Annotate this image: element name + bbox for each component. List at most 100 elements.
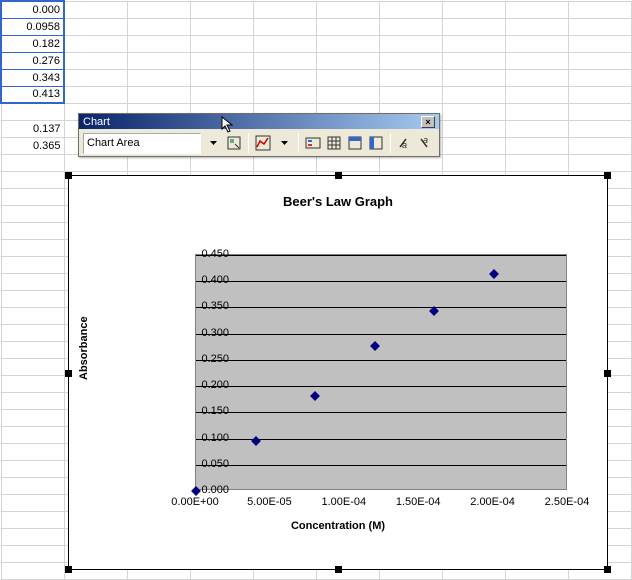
cell[interactable] <box>190 52 253 69</box>
cell[interactable] <box>1 307 64 324</box>
cell[interactable] <box>505 86 568 103</box>
cell[interactable] <box>253 35 316 52</box>
cell[interactable] <box>379 35 442 52</box>
cell[interactable] <box>568 137 631 154</box>
cell[interactable]: 0.0958 <box>1 18 64 35</box>
data-point[interactable] <box>370 341 380 351</box>
cell[interactable] <box>127 35 190 52</box>
cell[interactable] <box>64 86 127 103</box>
cell[interactable] <box>442 86 505 103</box>
x-axis-label[interactable]: Concentration (M) <box>69 520 607 532</box>
cell[interactable] <box>64 18 127 35</box>
chart-container[interactable]: Beer's Law Graph Absorbance Concentratio… <box>68 175 608 570</box>
cell[interactable] <box>127 86 190 103</box>
cell[interactable] <box>442 69 505 86</box>
cell[interactable] <box>127 52 190 69</box>
cell[interactable] <box>190 18 253 35</box>
cell[interactable] <box>253 52 316 69</box>
dropdown-icon[interactable] <box>204 132 222 154</box>
cell[interactable] <box>505 103 568 120</box>
toolbar-titlebar[interactable]: Chart × <box>79 114 439 129</box>
cell[interactable] <box>1 545 64 562</box>
cell[interactable] <box>127 1 190 18</box>
cell[interactable] <box>1 460 64 477</box>
cell[interactable] <box>1 392 64 409</box>
cell[interactable] <box>316 1 379 18</box>
cell[interactable] <box>190 1 253 18</box>
cell[interactable] <box>568 154 631 171</box>
cell[interactable] <box>1 256 64 273</box>
cell[interactable] <box>1 562 64 579</box>
cell[interactable] <box>127 69 190 86</box>
cell[interactable] <box>1 103 64 120</box>
cell[interactable] <box>505 35 568 52</box>
cell[interactable] <box>442 120 505 137</box>
cell[interactable] <box>1 528 64 545</box>
cell[interactable]: 0.137 <box>1 120 64 137</box>
cell[interactable] <box>568 120 631 137</box>
cell[interactable] <box>1 171 64 188</box>
cell[interactable]: 0.343 <box>1 69 64 86</box>
cell[interactable] <box>505 154 568 171</box>
cell[interactable] <box>190 35 253 52</box>
cell[interactable] <box>505 1 568 18</box>
cell[interactable] <box>253 1 316 18</box>
resize-handle[interactable] <box>65 566 72 573</box>
cell[interactable] <box>1 341 64 358</box>
cell[interactable] <box>1 426 64 443</box>
cell[interactable] <box>64 52 127 69</box>
cell[interactable] <box>442 52 505 69</box>
chart-objects-select[interactable] <box>83 133 201 154</box>
cell[interactable] <box>442 154 505 171</box>
cell[interactable] <box>442 18 505 35</box>
cell[interactable]: 0.000 <box>1 1 64 18</box>
cell[interactable] <box>568 103 631 120</box>
plot-area[interactable] <box>195 254 567 490</box>
cell[interactable] <box>1 222 64 239</box>
close-icon[interactable]: × <box>421 116 435 128</box>
cell[interactable] <box>316 52 379 69</box>
by-col-icon[interactable] <box>367 132 385 154</box>
cell[interactable] <box>253 18 316 35</box>
cell[interactable] <box>1 477 64 494</box>
cell[interactable] <box>190 86 253 103</box>
resize-handle[interactable] <box>604 172 611 179</box>
cell[interactable] <box>379 69 442 86</box>
cell[interactable] <box>505 137 568 154</box>
cell[interactable]: 0.365 <box>1 137 64 154</box>
cell[interactable] <box>568 69 631 86</box>
cell[interactable] <box>316 86 379 103</box>
cell[interactable] <box>442 103 505 120</box>
cell[interactable] <box>1 205 64 222</box>
cell[interactable] <box>379 86 442 103</box>
cell[interactable] <box>64 35 127 52</box>
cell[interactable] <box>64 1 127 18</box>
format-object-icon[interactable] <box>225 132 243 154</box>
cell[interactable] <box>568 86 631 103</box>
cell[interactable] <box>1 409 64 426</box>
cell[interactable] <box>190 69 253 86</box>
cell[interactable] <box>1 273 64 290</box>
resize-handle[interactable] <box>604 566 611 573</box>
cell[interactable] <box>568 1 631 18</box>
cell[interactable] <box>1 358 64 375</box>
data-point[interactable] <box>310 391 320 401</box>
cell[interactable] <box>1 239 64 256</box>
cell[interactable] <box>1 188 64 205</box>
cell[interactable] <box>1 154 64 171</box>
angle-ccw-icon[interactable]: a <box>396 132 414 154</box>
by-row-icon[interactable] <box>346 132 364 154</box>
data-point[interactable] <box>251 436 261 446</box>
data-point[interactable] <box>489 269 499 279</box>
cell[interactable] <box>1 290 64 307</box>
cell[interactable] <box>316 18 379 35</box>
cell[interactable] <box>379 18 442 35</box>
resize-handle[interactable] <box>65 172 72 179</box>
cell[interactable] <box>442 1 505 18</box>
chart-title[interactable]: Beer's Law Graph <box>69 176 607 217</box>
cell[interactable]: 0.276 <box>1 52 64 69</box>
cell[interactable] <box>253 86 316 103</box>
cell[interactable] <box>442 137 505 154</box>
cell[interactable] <box>316 35 379 52</box>
cell[interactable] <box>1 494 64 511</box>
